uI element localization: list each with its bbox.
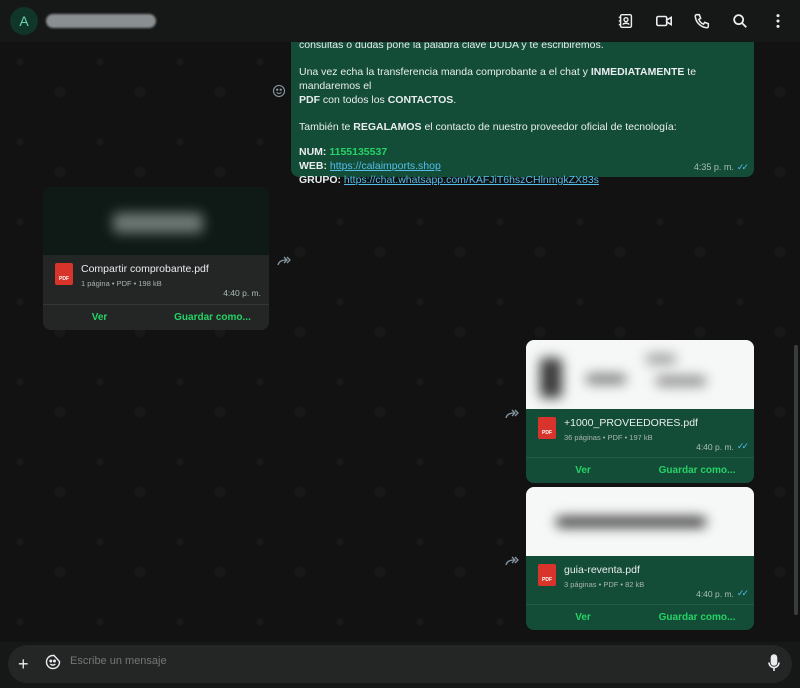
document-meta: 3 páginas • PDF • 82 kB [564, 580, 645, 589]
contact-name[interactable] [46, 14, 156, 28]
view-button[interactable]: Ver [526, 465, 640, 476]
document-name: guia-reventa.pdf [564, 564, 640, 576]
view-button[interactable]: Ver [43, 312, 156, 323]
message-text: con todos los [320, 94, 388, 106]
web-link[interactable]: https://calaimports.shop [330, 160, 441, 172]
forward-icon[interactable] [277, 253, 291, 266]
pdf-icon: PDF [538, 564, 556, 586]
time-label: 4:40 p. m. [696, 441, 734, 452]
group-label: GRUPO: [299, 174, 341, 186]
text-message[interactable]: consultas o dudas pone la palabra clave … [291, 42, 754, 186]
phone-icon[interactable] [692, 11, 712, 31]
document-meta: 36 páginas • PDF • 197 kB [564, 433, 653, 442]
read-ticks-icon: ✓✓ [736, 441, 749, 451]
group-link[interactable]: https://chat.whatsapp.com/KAFJiT6hszCHln… [344, 174, 599, 186]
document-thumbnail[interactable] [43, 187, 269, 255]
pdf-badge: PDF [542, 430, 552, 436]
composer: + [0, 642, 800, 688]
document-actions: Ver Guardar como... [43, 304, 269, 330]
document-actions: Ver Guardar como... [526, 457, 754, 483]
chat-header: A [0, 0, 800, 42]
message-text: . [453, 94, 457, 106]
message-time: 4:40 p. m. [223, 288, 261, 298]
message-bold: CONTACTOS [387, 94, 454, 106]
chat-area[interactable]: consultas o dudas pone la palabra clave … [0, 42, 800, 642]
pdf-icon: PDF [55, 263, 73, 285]
view-button[interactable]: Ver [526, 612, 640, 623]
pdf-badge: PDF [59, 276, 69, 282]
document-meta: 1 página • PDF • 198 kB [81, 279, 162, 288]
document-message[interactable]: PDF guia-reventa.pdf 3 páginas • PDF • 8… [526, 487, 754, 630]
time-label: 4:35 p. m. [693, 162, 734, 172]
message-line: consultas o dudas pone la palabra clave … [299, 42, 604, 51]
avatar-letter: A [19, 13, 29, 29]
read-ticks-icon: ✓✓ [736, 588, 749, 598]
sticker-icon[interactable] [45, 654, 61, 670]
save-as-button[interactable]: Guardar como... [156, 312, 269, 323]
phone-number[interactable]: 1155135537 [329, 146, 387, 158]
message-text: el contacto de nuestro proveedor oficial… [421, 121, 677, 133]
document-message[interactable]: PDF Compartir comprobante.pdf 1 página •… [43, 187, 269, 330]
search-icon[interactable] [730, 11, 750, 31]
message-time: 4:40 p. m. ✓✓ [696, 588, 749, 599]
document-name: Compartir comprobante.pdf [81, 263, 209, 275]
time-label: 4:40 p. m. [223, 288, 261, 298]
save-as-button[interactable]: Guardar como... [640, 612, 754, 623]
num-label: NUM: [299, 146, 327, 158]
video-call-icon[interactable] [654, 11, 674, 31]
more-icon[interactable] [768, 11, 788, 31]
message-bold: INMEDIATAMENTE [590, 66, 685, 78]
message-bold: REGALAMOS [353, 121, 422, 133]
document-thumbnail[interactable] [526, 487, 754, 556]
forward-icon[interactable] [505, 553, 519, 566]
time-label: 4:40 p. m. [696, 588, 734, 599]
mic-icon[interactable] [767, 654, 781, 672]
message-time: 4:40 p. m. ✓✓ [696, 441, 749, 452]
message-input[interactable] [70, 655, 670, 667]
document-message[interactable]: PDF +1000_PROVEEDORES.pdf 36 páginas • P… [526, 340, 754, 483]
scrollbar[interactable] [794, 345, 798, 615]
save-as-button[interactable]: Guardar como... [640, 465, 754, 476]
react-emoji-icon[interactable] [272, 84, 286, 98]
message-text: También te [299, 121, 354, 133]
read-ticks-icon: ✓✓ [736, 162, 749, 172]
web-label: WEB: [299, 160, 327, 172]
message-text: Una vez echa la transferencia manda comp… [299, 66, 591, 78]
document-actions: Ver Guardar como... [526, 604, 754, 630]
pdf-icon: PDF [538, 417, 556, 439]
forward-icon[interactable] [505, 406, 519, 419]
document-thumbnail[interactable] [526, 340, 754, 409]
avatar[interactable]: A [10, 7, 38, 35]
pdf-badge: PDF [542, 577, 552, 583]
attach-plus-icon[interactable]: + [18, 655, 32, 673]
document-name: +1000_PROVEEDORES.pdf [564, 417, 698, 429]
message-time: 4:35 p. m. ✓✓ [693, 160, 749, 174]
contacts-icon[interactable] [616, 11, 636, 31]
message-bold: PDF [299, 94, 320, 106]
